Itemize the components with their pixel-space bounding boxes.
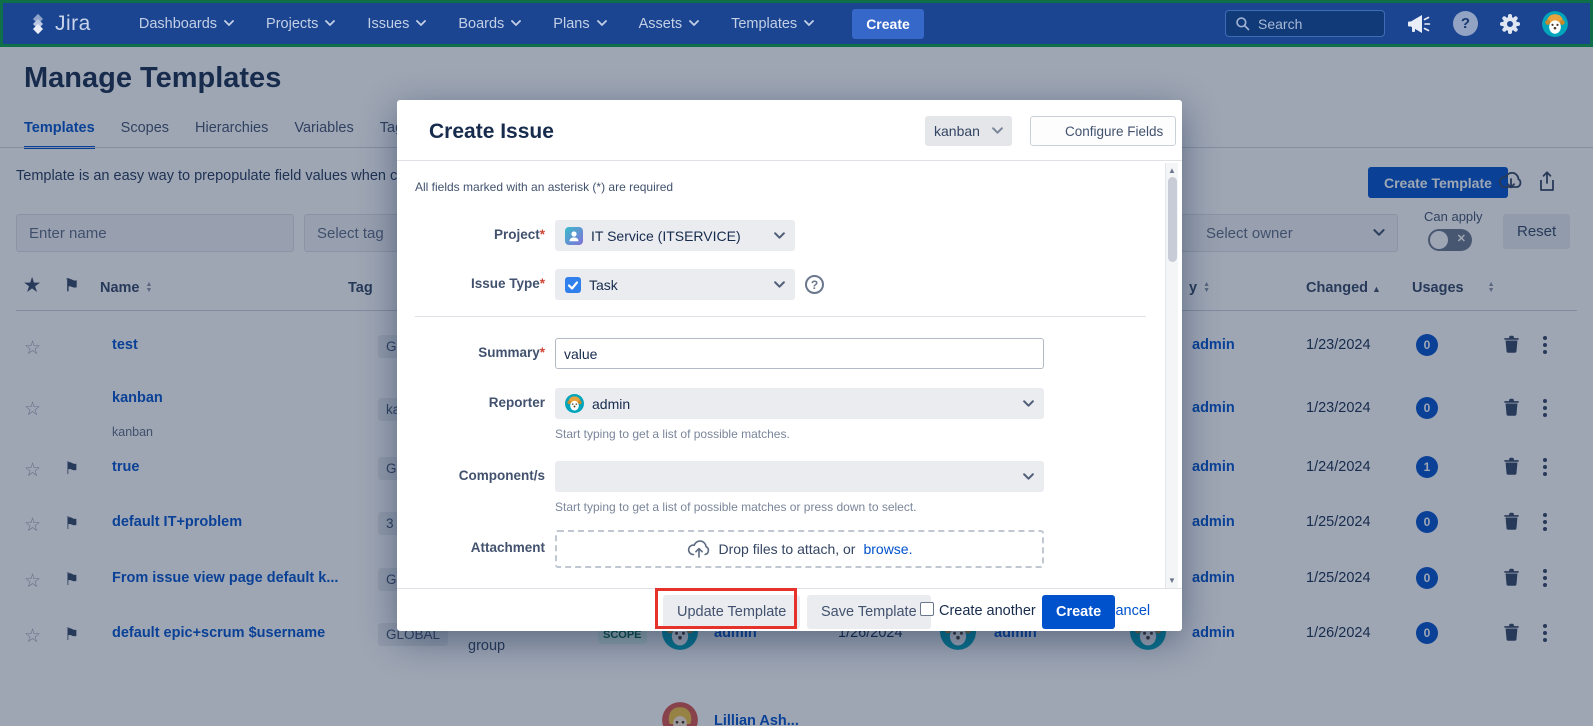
project-label: Project* bbox=[415, 227, 545, 242]
reporter-select-value: admin bbox=[592, 396, 630, 412]
help-button[interactable]: ? bbox=[1453, 11, 1478, 36]
required-asterisk: * bbox=[540, 227, 545, 242]
chevron-down-icon bbox=[597, 20, 607, 27]
chevron-down-icon bbox=[224, 20, 234, 27]
chevron-down-icon bbox=[1023, 473, 1034, 481]
jira-logo-text: Jira bbox=[55, 12, 91, 36]
annotation-highlight-box bbox=[655, 588, 797, 629]
attachment-dropzone[interactable]: Drop files to attach, or browse. bbox=[555, 530, 1044, 568]
scroll-up-icon[interactable]: ▲ bbox=[1166, 166, 1178, 175]
required-note: All fields marked with an asterisk (*) a… bbox=[415, 180, 673, 194]
nav-item-boards[interactable]: Boards bbox=[446, 8, 533, 40]
nav-item-label: Projects bbox=[266, 16, 318, 32]
jira-logo-icon bbox=[27, 13, 49, 35]
nav-item-projects[interactable]: Projects bbox=[254, 8, 347, 40]
user-avatar bbox=[1542, 11, 1568, 37]
nav-right: ? bbox=[1225, 10, 1568, 37]
nav-item-label: Issues bbox=[367, 16, 409, 32]
components-select[interactable] bbox=[555, 461, 1044, 492]
nav-item-label: Dashboards bbox=[139, 16, 217, 32]
chevron-down-icon bbox=[804, 20, 814, 27]
summary-label: Summary* bbox=[415, 345, 545, 360]
nav-search[interactable] bbox=[1225, 10, 1385, 37]
top-nav: Jira Dashboards Projects Issues Boards P… bbox=[0, 0, 1593, 47]
configure-fields-label: Configure Fields bbox=[1065, 124, 1163, 139]
gear-icon bbox=[1043, 124, 1058, 139]
configure-fields-button[interactable]: Configure Fields bbox=[1030, 116, 1176, 146]
nav-item-label: Boards bbox=[458, 16, 504, 32]
nav-item-plans[interactable]: Plans bbox=[541, 8, 618, 40]
issue-type-select[interactable]: Task bbox=[555, 269, 795, 300]
attachment-label: Attachment bbox=[415, 540, 545, 555]
required-asterisk: * bbox=[540, 345, 545, 360]
create-another-label: Create another bbox=[939, 603, 1036, 619]
reporter-help-text: Start typing to get a list of possible m… bbox=[555, 427, 790, 441]
browse-link[interactable]: browse. bbox=[863, 541, 912, 557]
gear-icon bbox=[1500, 14, 1520, 34]
nav-item-templates[interactable]: Templates bbox=[719, 8, 826, 40]
cloud-upload-icon bbox=[687, 539, 711, 559]
cancel-button[interactable]: Cancel bbox=[1105, 603, 1150, 619]
reporter-label: Reporter bbox=[415, 395, 545, 410]
chevron-down-icon bbox=[416, 20, 426, 27]
search-input[interactable] bbox=[1258, 16, 1373, 32]
nav-item-label: Assets bbox=[639, 16, 683, 32]
issue-type-help-icon[interactable]: ? bbox=[805, 275, 824, 294]
question-mark-icon: ? bbox=[1453, 11, 1478, 36]
reporter-select[interactable]: admin bbox=[555, 388, 1044, 419]
issue-type-label: Issue Type* bbox=[415, 276, 545, 291]
search-icon bbox=[1235, 16, 1250, 31]
components-help-text: Start typing to get a list of possible m… bbox=[555, 500, 917, 514]
issue-type-select-value: Task bbox=[589, 277, 618, 293]
reporter-avatar bbox=[565, 394, 584, 413]
dropzone-text: Drop files to attach, or bbox=[719, 541, 856, 557]
components-label: Component/s bbox=[415, 468, 545, 483]
jira-logo[interactable]: Jira bbox=[27, 12, 91, 36]
nav-menu: Dashboards Projects Issues Boards Plans … bbox=[127, 8, 924, 40]
megaphone-icon bbox=[1407, 13, 1431, 35]
modal-title: Create Issue bbox=[429, 120, 554, 144]
settings-button[interactable] bbox=[1500, 14, 1520, 34]
scrollbar-thumb[interactable] bbox=[1168, 177, 1177, 262]
required-asterisk: * bbox=[540, 276, 545, 291]
nav-item-assets[interactable]: Assets bbox=[627, 8, 712, 40]
create-another-checkbox[interactable] bbox=[920, 602, 934, 616]
project-select[interactable]: IT Service (ITSERVICE) bbox=[555, 220, 795, 251]
nav-item-label: Plans bbox=[553, 16, 589, 32]
project-icon bbox=[565, 227, 583, 245]
template-select-value: kanban bbox=[934, 123, 980, 139]
chevron-down-icon bbox=[992, 127, 1003, 135]
chevron-down-icon bbox=[774, 232, 785, 240]
template-select[interactable]: kanban bbox=[925, 116, 1012, 146]
chevron-down-icon bbox=[1023, 400, 1034, 408]
summary-input[interactable] bbox=[555, 338, 1044, 369]
nav-item-issues[interactable]: Issues bbox=[355, 8, 438, 40]
profile-button[interactable] bbox=[1542, 11, 1568, 37]
modal-header-divider bbox=[397, 160, 1182, 161]
modal-scrollbar[interactable]: ▲ ▼ bbox=[1165, 163, 1178, 588]
chevron-down-icon bbox=[689, 20, 699, 27]
announcements-button[interactable] bbox=[1407, 13, 1431, 35]
save-template-button[interactable]: Save Template bbox=[807, 595, 931, 629]
task-type-icon bbox=[565, 277, 581, 293]
chevron-down-icon bbox=[325, 20, 335, 27]
nav-create-button[interactable]: Create bbox=[852, 9, 924, 39]
chevron-down-icon bbox=[511, 20, 521, 27]
chevron-down-icon bbox=[774, 281, 785, 289]
nav-item-dashboards[interactable]: Dashboards bbox=[127, 8, 246, 40]
project-select-value: IT Service (ITSERVICE) bbox=[591, 228, 741, 244]
nav-item-label: Templates bbox=[731, 16, 797, 32]
scroll-down-icon[interactable]: ▼ bbox=[1166, 576, 1178, 585]
create-issue-modal: Create Issue kanban Configure Fields All… bbox=[397, 100, 1182, 631]
modal-section-divider bbox=[415, 316, 1146, 317]
